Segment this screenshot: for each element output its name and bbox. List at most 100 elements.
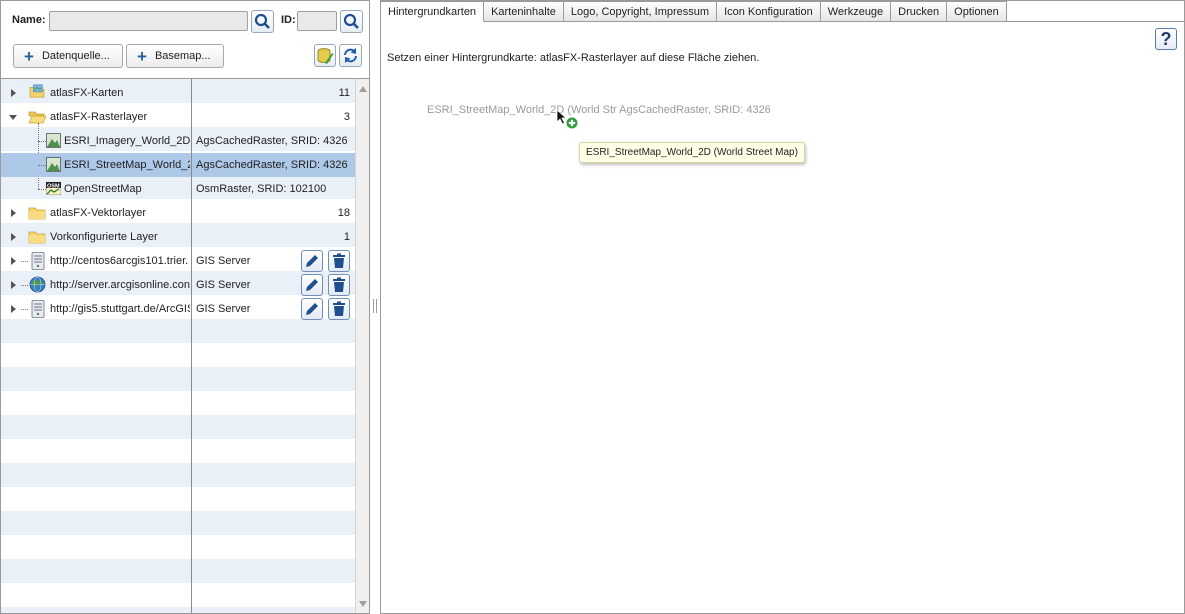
folder-icon [28, 231, 46, 244]
name-search-button[interactable] [251, 10, 274, 33]
edit-server-button[interactable] [301, 250, 323, 272]
tab-karteninhalte[interactable]: Karteninhalte [484, 1, 564, 22]
tree-row-label: Vorkonfigurierte Layer [50, 231, 158, 243]
delete-server-button[interactable] [328, 274, 350, 296]
id-search-button[interactable] [340, 10, 363, 33]
tree-connector [21, 309, 28, 310]
add-datasource-button[interactable]: + Datenquelle... [13, 44, 123, 68]
clear-cache-button[interactable] [314, 44, 336, 67]
expand-icon[interactable] [11, 89, 16, 97]
delete-server-button[interactable] [328, 250, 350, 272]
scroll-up-icon[interactable] [359, 86, 367, 92]
tree-connector [38, 141, 46, 142]
id-search-input[interactable] [297, 11, 337, 31]
scroll-down-icon[interactable] [359, 601, 367, 607]
map-folder-icon [29, 84, 45, 98]
tree-row-server-stuttgart[interactable]: http://gis5.stuttgart.de/ArcGIS GIS Serv… [1, 297, 355, 321]
tree-row-count: 11 [338, 87, 350, 99]
tab-drucken[interactable]: Drucken [891, 1, 948, 22]
tree-row-count: 1 [343, 231, 350, 243]
tree-row-type: GIS Server [196, 303, 251, 315]
tab-optionen[interactable]: Optionen [947, 1, 1007, 22]
tree-row-server-centos[interactable]: http://centos6arcgis101.trier. GIS Serve… [1, 249, 355, 273]
open-folder-icon [28, 111, 46, 124]
globe-icon [29, 276, 46, 293]
drag-add-cursor-icon [556, 109, 579, 130]
expand-icon[interactable] [11, 257, 16, 265]
expand-icon[interactable] [11, 233, 16, 241]
tree-row-type: OsmRaster, SRID: 102100 [196, 183, 327, 195]
tree-row-label: OpenStreetMap [64, 183, 142, 195]
tree-row-server-arcgisonline[interactable]: http://server.arcgisonline.con GIS Serve… [1, 273, 355, 297]
drag-ghost: ESRI_StreetMap_World_2D (World Str AgsCa… [427, 104, 771, 116]
folder-icon [28, 207, 46, 220]
delete-server-button[interactable] [328, 298, 350, 320]
add-basemap-label: Basemap... [154, 50, 211, 62]
server-icon [31, 300, 45, 318]
search-icon [254, 13, 270, 29]
server-icon [31, 252, 45, 270]
tree-row-label: http://server.arcgisonline.con [50, 279, 190, 291]
tree-row-atlasfx-karten[interactable]: atlasFX-Karten 11 [1, 81, 355, 105]
tab-icon-konfiguration[interactable]: Icon Konfiguration [717, 1, 821, 22]
tab-logo-copyright-impressum[interactable]: Logo, Copyright, Impressum [563, 1, 718, 22]
svg-text:OSM: OSM [47, 184, 60, 190]
tree-row-atlasfx-rasterlayer[interactable]: atlasFX-Rasterlayer 3 [1, 105, 355, 129]
trash-icon [333, 277, 345, 292]
pencil-icon [306, 255, 318, 267]
expand-icon[interactable] [11, 281, 16, 289]
tree-row-type: GIS Server [196, 255, 251, 267]
tree-row-type: GIS Server [196, 279, 251, 291]
tree-row-count: 3 [343, 111, 350, 123]
add-basemap-button[interactable]: + Basemap... [126, 44, 224, 68]
name-label: Name: [12, 14, 46, 26]
layer-tree: atlasFX-Karten 11 atlasFX-Rasterlayer 3 [1, 78, 369, 613]
help-button[interactable]: ? [1155, 28, 1177, 50]
tree-row-label: http://gis5.stuttgart.de/ArcGIS [50, 303, 190, 315]
splitter-grip-icon[interactable] [373, 299, 377, 313]
tree-connector [21, 285, 28, 286]
tree-connector [38, 189, 46, 190]
collapse-icon[interactable] [9, 115, 17, 120]
tree-row-openstreetmap[interactable]: OSM OpenStreetMap OsmRaster, SRID: 10210… [1, 177, 355, 201]
tab-hintergrundkarten[interactable]: Hintergrundkarten [381, 1, 485, 22]
tree-row-label: atlasFX-Vektorlayer [50, 207, 146, 219]
raster-layer-icon [46, 133, 61, 148]
tab-bar-baseline [995, 21, 1185, 22]
tree-row-count: 18 [337, 207, 350, 219]
tab-werkzeuge[interactable]: Werkzeuge [820, 1, 892, 22]
name-search-input[interactable] [49, 11, 248, 31]
plus-icon: + [24, 46, 34, 66]
drag-tooltip: ESRI_StreetMap_World_2D (World Street Ma… [579, 142, 805, 163]
tree-row-esri-imagery[interactable]: ESRI_Imagery_World_2D ( AgsCachedRaster,… [1, 129, 355, 153]
raster-layer-icon [46, 157, 61, 172]
tree-row-type: AgsCachedRaster, SRID: 4326 [196, 159, 348, 171]
expand-icon[interactable] [11, 305, 16, 313]
datasource-panel: Name: ID: + Datenquelle... + Basemap... [0, 0, 370, 614]
tree-row-label: ESRI_Imagery_World_2D ( [64, 135, 190, 147]
refresh-button[interactable] [339, 44, 362, 67]
tree-row-esri-streetmap[interactable]: ESRI_StreetMap_World_2D AgsCachedRaster,… [1, 153, 355, 177]
edit-server-button[interactable] [301, 274, 323, 296]
configuration-panel: Hintergrundkarten Karteninhalte Logo, Co… [380, 0, 1185, 614]
tree-row-vorkonfigurierte-layer[interactable]: Vorkonfigurierte Layer 1 [1, 225, 355, 249]
column-divider[interactable] [191, 79, 192, 613]
expand-icon[interactable] [11, 209, 16, 217]
tree-row-type: AgsCachedRaster, SRID: 4326 [196, 135, 348, 147]
id-label: ID: [281, 14, 296, 26]
edit-server-button[interactable] [301, 298, 323, 320]
database-brush-icon [317, 47, 334, 64]
tree-row-atlasfx-vektorlayer[interactable]: atlasFX-Vektorlayer 18 [1, 201, 355, 225]
basemap-instruction: Setzen einer Hintergrundkarte: atlasFX-R… [387, 52, 760, 64]
tree-connector [38, 165, 46, 166]
tree-row-label: atlasFX-Karten [50, 87, 124, 99]
search-icon [343, 13, 359, 29]
tab-bar: Hintergrundkarten Karteninhalte Logo, Co… [381, 1, 1007, 22]
refresh-icon [344, 48, 357, 63]
tree-row-label: ESRI_StreetMap_World_2D [64, 159, 190, 171]
tree-row-label: http://centos6arcgis101.trier. [50, 255, 189, 267]
panel-splitter[interactable] [370, 0, 380, 614]
pencil-icon [306, 303, 318, 315]
trash-icon [333, 301, 345, 316]
tree-scrollbar[interactable] [355, 79, 369, 613]
